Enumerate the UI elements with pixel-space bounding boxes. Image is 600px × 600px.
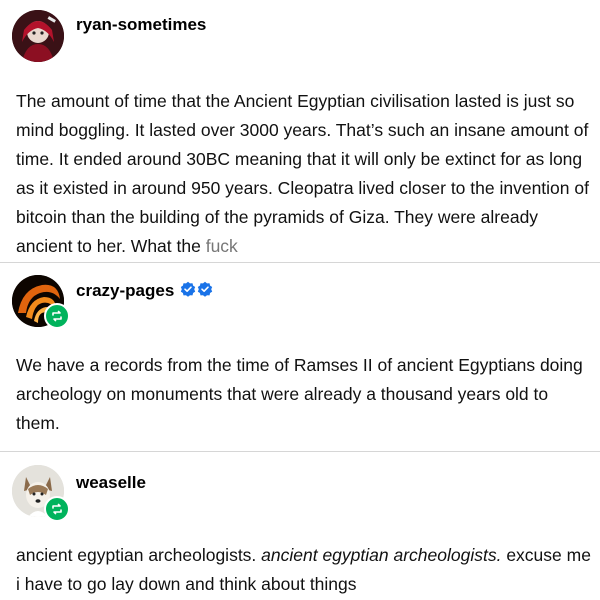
reblog-badge <box>44 496 70 522</box>
verified-badges <box>180 281 213 297</box>
avatar-red-character-icon <box>12 10 64 62</box>
username[interactable]: ryan-sometimes <box>76 15 206 35</box>
verified-badge-icon <box>181 281 196 297</box>
censored-word: fuck <box>205 236 238 256</box>
reblog-icon <box>52 310 62 322</box>
verified-badge-icon <box>198 281 213 297</box>
username-row: crazy-pages <box>76 281 213 301</box>
post-text-italic: ancient egyptian archeologists. <box>261 545 502 565</box>
post-crazy-pages: crazy-pages We have a records from the t… <box>0 263 600 451</box>
post-weaselle: weaselle ancient egyptian archeologists.… <box>0 452 600 600</box>
avatar[interactable] <box>12 10 64 62</box>
reblog-icon <box>52 503 62 515</box>
username[interactable]: weaselle <box>76 473 146 493</box>
post-text: The amount of time that the Ancient Egyp… <box>16 87 591 261</box>
username[interactable]: crazy-pages <box>76 281 174 301</box>
post-ryan-sometimes: ryan-sometimes The amount of time that t… <box>0 0 600 262</box>
post-text: We have a records from the time of Ramse… <box>16 355 583 433</box>
post-text-plain: ancient egyptian archeologists. <box>16 545 262 565</box>
post-text: ancient egyptian archeologists. ancient … <box>16 541 591 599</box>
reblog-badge <box>44 303 70 329</box>
post-text-main: The amount of time that the Ancient Egyp… <box>16 91 589 256</box>
